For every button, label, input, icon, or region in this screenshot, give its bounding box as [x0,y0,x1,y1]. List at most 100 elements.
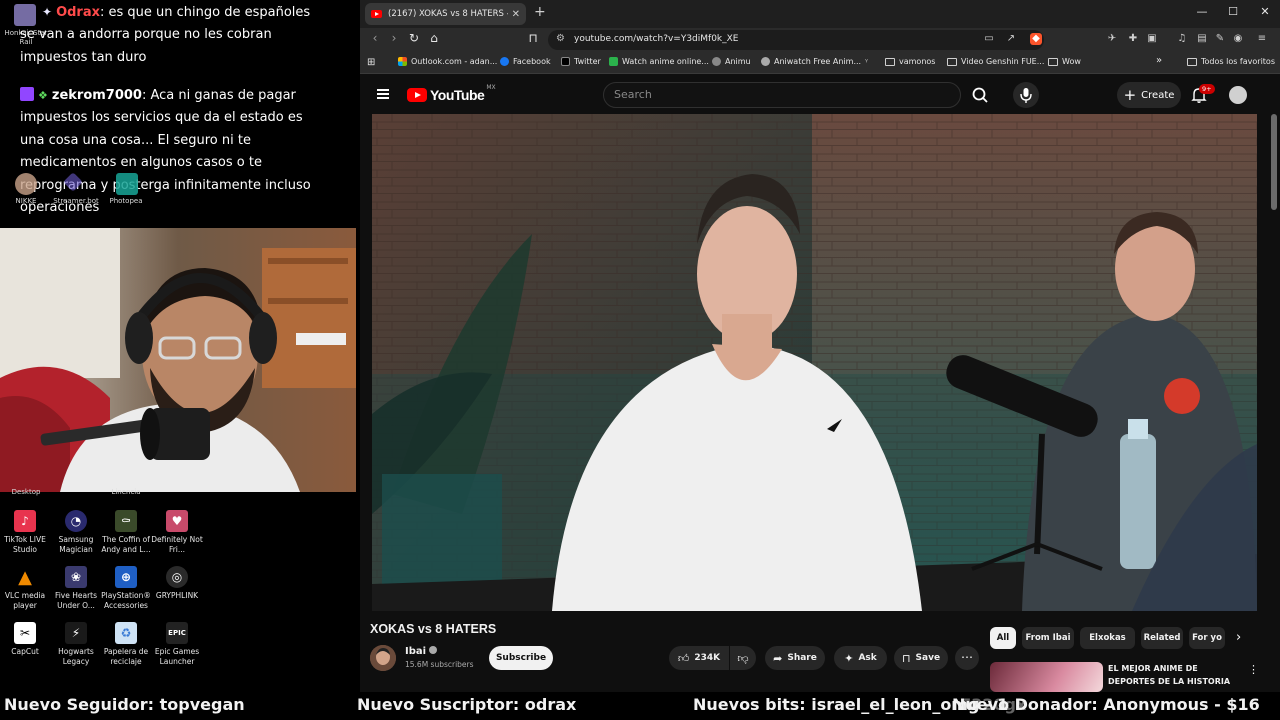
youtube-logo[interactable]: YouTube MX [407,84,496,103]
desktop-icon-gryphlink[interactable]: ◎ GRYPHLINK [150,566,204,601]
share-button[interactable]: ➦ Share [765,646,825,670]
close-tab-icon[interactable]: ✕ [512,9,520,20]
vpn-icon[interactable]: ◉ [1232,33,1244,45]
brave-shield-icon[interactable]: ◆ [1030,33,1042,45]
bookmark-icon[interactable]: ⊓ [524,31,542,45]
bookmark-label: Twitter [574,57,601,66]
nikke-icon[interactable] [15,173,37,195]
bookmark-watch-anime[interactable]: Watch anime online... [609,57,709,66]
home-button[interactable]: ⌂ [425,31,443,45]
desktop-icon-playstation-accessories[interactable]: ⊕ PlayStation® Accessories [99,566,153,611]
chat-username: Odrax [56,5,100,20]
menu-icon[interactable]: ≡ [1256,33,1268,45]
desktop-icon-tiktok-live-studio[interactable]: ♪ TikTok LIVE Studio [0,510,52,555]
bookmarks-overflow-button[interactable]: » [1156,55,1162,66]
account-avatar[interactable] [1229,86,1247,104]
chevron-right-icon[interactable]: › [1236,630,1241,645]
bookmark-animu[interactable]: Animu [712,57,751,66]
share-page-icon[interactable]: ↗ [1005,33,1017,45]
desktop-icon-samsung-magician[interactable]: ◔ Samsung Magician [49,510,103,555]
site-info-icon[interactable]: ⚙ [556,33,565,44]
game-icon: ♥ [166,510,188,532]
desktop-icon-capcut[interactable]: ✂ CapCut [0,622,52,657]
pip-icon[interactable]: ▭ [983,33,995,45]
url-field[interactable]: ⚙ youtube.com/watch?v=Y3diMf0k_XE [548,30,1044,50]
bookmark-label: Animu [725,57,751,66]
desktop-icon-coffin-of-andy[interactable]: ⚰ The Coffin of Andy and L... [99,510,153,555]
bookmark-extra[interactable]: ᵞ [865,57,868,66]
new-tab-button[interactable]: + [534,4,546,20]
close-window-button[interactable]: ✕ [1253,5,1277,18]
music-icon[interactable]: ♫ [1176,33,1188,45]
badge-icon: ❖ [38,89,48,102]
maximize-button[interactable]: ☐ [1221,5,1245,18]
chip-for-you[interactable]: For yo [1189,627,1225,649]
more-actions-button[interactable]: ⋯ [955,646,979,670]
recommended-title[interactable]: EL MEJOR ANIME DE DEPORTES DE LA HISTORI… [1108,662,1238,688]
bookmark-folder-genshin[interactable]: Video Genshin FUE... [947,57,1044,66]
bookmark-aniwatch[interactable]: Aniwatch Free Anim... [761,57,861,66]
bookmark-facebook[interactable]: Facebook [500,57,551,66]
minimize-button[interactable]: — [1190,5,1214,18]
bookmark-label: Todos los favoritos [1201,57,1275,66]
chip-all[interactable]: All [990,627,1016,649]
desktop-icons: Desktop Linencia ♪ TikTok LIVE Studio ◔ … [0,488,358,692]
leo-icon[interactable]: ✎ [1214,33,1226,45]
puzzle-icon[interactable]: ✚ [1127,33,1139,45]
thumbs-down-icon: 👎︎ [737,651,749,665]
bookmark-outlook[interactable]: Outlook.com - adan... [398,57,497,66]
bookmark-folder-wow[interactable]: Wow [1048,57,1081,66]
ask-button[interactable]: ✦ Ask [834,646,887,670]
extension-icon[interactable]: ✈ [1106,33,1118,45]
screen: Honkai: Star Rail ✦ Odrax: es que un chin… [0,0,1280,720]
desktop-icon-definitely-not-fried[interactable]: ♥ Definitely Not Fri... [150,510,204,555]
recommended-menu-icon[interactable]: ⋮ [1248,663,1259,676]
page-scrollbar[interactable] [1271,114,1277,210]
photopea-icon[interactable] [116,173,138,195]
bookmark-folder-vamonos[interactable]: vamonos [885,57,935,66]
like-button[interactable]: 👍︎ 234K [669,646,729,670]
search-button[interactable] [966,82,994,108]
create-button[interactable]: + Create [1117,82,1181,108]
desktop-icon-hogwarts-legacy[interactable]: ⚡ Hogwarts Legacy [49,622,103,667]
back-button[interactable]: ‹ [366,31,384,45]
chip-elxokas[interactable]: Elxokas [1080,627,1135,649]
bookmark-label: Wow [1062,57,1081,66]
tab-youtube-video[interactable]: (2167) XOKAS vs 8 HATERS - Y ✕ [365,3,526,25]
desktop-icon-recycle-bin[interactable]: ♻ Papelera de reciclaje [99,622,153,667]
channel-avatar[interactable] [370,645,396,671]
desktop-icon-label: Five Hearts Under O... [54,591,98,610]
subscribe-button[interactable]: Subscribe [489,646,553,670]
wallet-icon[interactable]: ▤ [1196,33,1208,45]
tab-title: (2167) XOKAS vs 8 HATERS - Y [388,9,508,19]
channel-name[interactable]: Ibai [405,646,438,657]
chip-related[interactable]: Related [1141,627,1183,649]
save-button[interactable]: ⊓ Save [894,646,948,670]
bookmark-twitter[interactable]: Twitter [561,57,601,66]
bookmark-all-favorites[interactable]: Todos los favoritos [1187,57,1275,66]
forward-button[interactable]: › [385,31,403,45]
recommended-thumbnail[interactable] [990,662,1103,692]
desktop-icon-five-hearts[interactable]: ❀ Five Hearts Under O... [49,566,103,611]
youtube-favicon-icon [371,10,382,18]
folder-icon [885,57,895,66]
dislike-button[interactable]: 👎︎ [730,646,756,670]
video-player[interactable] [372,114,1257,611]
notification-count-badge: 9+ [1199,84,1215,94]
sidebar-icon[interactable]: ▣ [1146,33,1158,45]
alert-new-follower: Nuevo Seguidor: topvegan [4,695,245,714]
save-label: Save [915,653,941,663]
reload-button[interactable]: ↻ [405,31,423,45]
youtube-play-icon [407,88,427,102]
alert-new-donation: Nuevo Donador: Anonymous - $16 [952,695,1260,714]
hamburger-menu-icon[interactable] [377,89,389,99]
apps-grid-icon[interactable]: ⊞ [367,57,375,68]
desktop-icon-epic-games[interactable]: EPIC Epic Games Launcher [150,622,204,667]
browser-window: (2167) XOKAS vs 8 HATERS - Y ✕ + — ☐ ✕ ‹… [360,0,1280,692]
desktop-icon-vlc[interactable]: ▲ VLC media player [0,566,52,611]
search-input[interactable] [614,88,944,101]
voice-search-button[interactable] [1013,82,1039,108]
chip-from-ibai[interactable]: From Ibai [1022,627,1074,649]
hearts-icon: ❀ [65,566,87,588]
url-text: youtube.com/watch?v=Y3diMf0k_XE [574,34,739,44]
